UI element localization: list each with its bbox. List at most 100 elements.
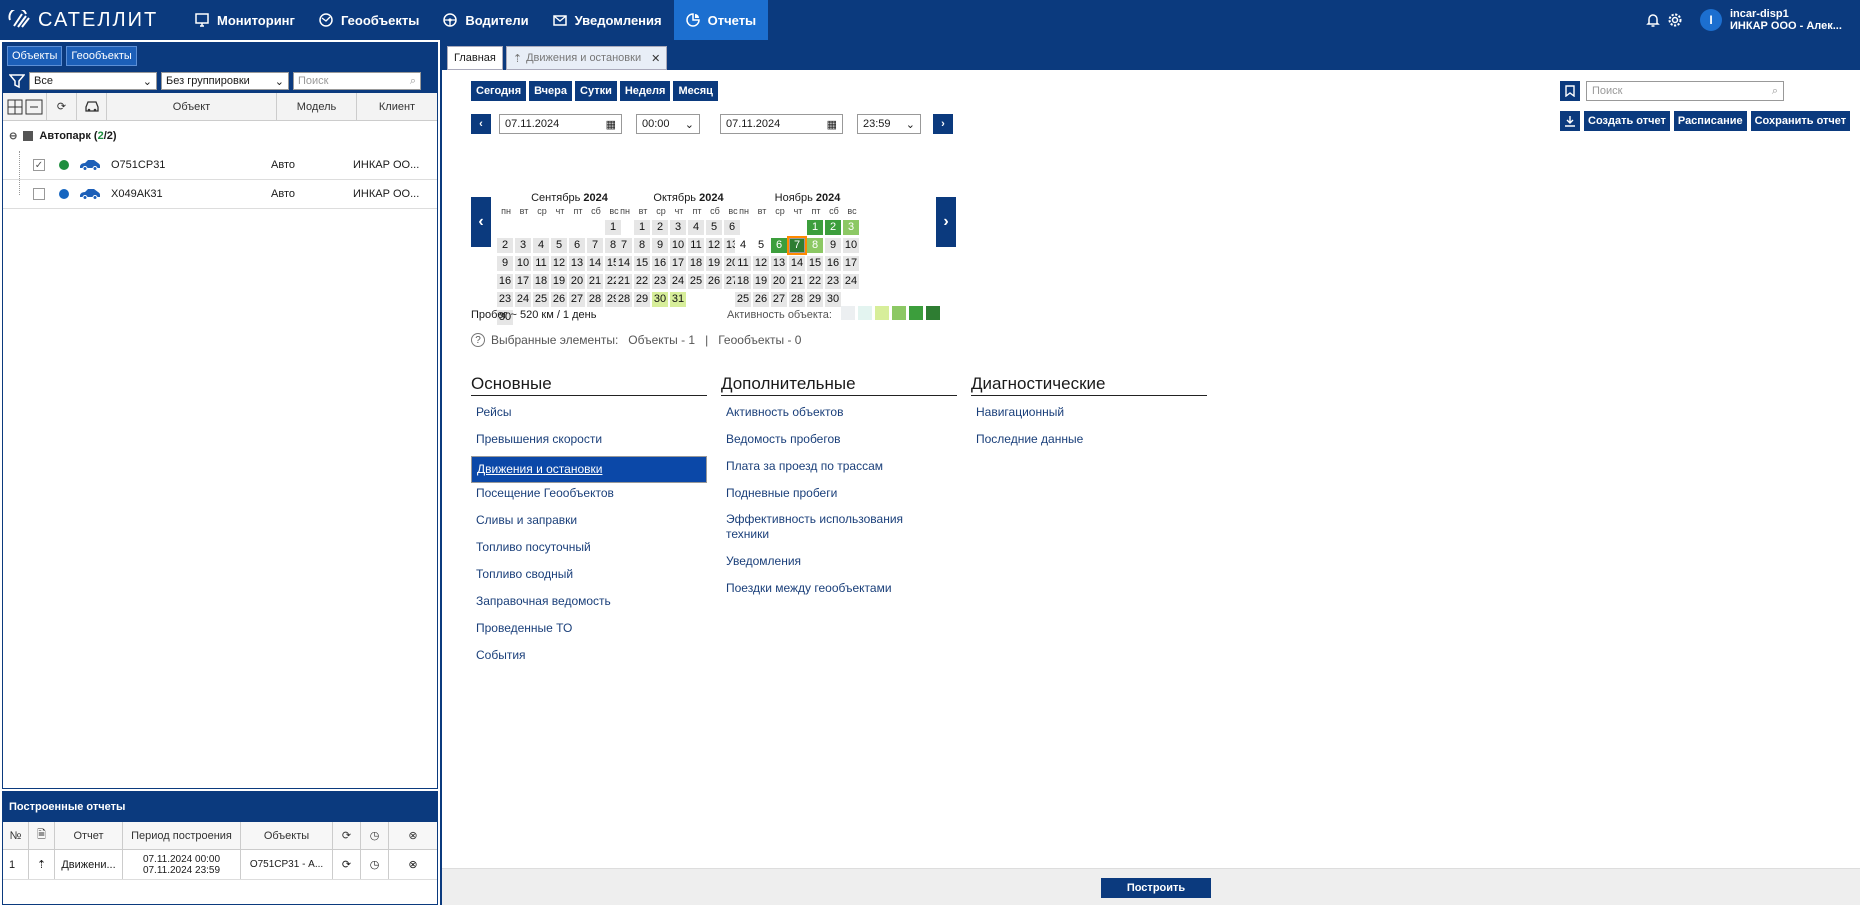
report-item[interactable]: Эффективность использования техники <box>721 510 931 542</box>
date-to-input[interactable]: 07.11.2024 ▦ <box>720 114 843 134</box>
history-icon[interactable]: ◷ <box>361 850 389 879</box>
report-item[interactable]: Навигационный <box>971 402 1207 422</box>
calendar-day[interactable]: 20 <box>569 274 585 289</box>
tab-geoobjects[interactable]: Геообъекты <box>66 46 137 66</box>
calendar-day[interactable]: 28 <box>616 292 632 307</box>
car-icon[interactable] <box>77 92 107 121</box>
vehicle-row[interactable]: ✓ О751СР31 Авто ИНКАР ОО... <box>3 151 437 180</box>
calendar-day[interactable]: 10 <box>515 256 531 271</box>
calendar-day[interactable]: 2 <box>497 238 513 253</box>
report-item[interactable]: Поездки между геообъектами <box>721 578 957 598</box>
column-report[interactable]: Отчет <box>55 822 123 849</box>
report-item[interactable]: Последние данные <box>971 429 1207 449</box>
help-icon[interactable]: ? <box>471 333 485 347</box>
calendar-day[interactable]: 28 <box>789 292 805 307</box>
calendar-day[interactable]: 2 <box>825 220 841 235</box>
refresh-icon[interactable]: ⟳ <box>333 850 361 879</box>
calendar-day[interactable]: 1 <box>807 220 823 235</box>
calendar-day[interactable]: 5 <box>551 238 567 253</box>
calendar-day[interactable]: 8 <box>634 238 650 253</box>
filter-select[interactable]: Все ⌄ <box>29 72 157 90</box>
report-item[interactable]: Проведенные ТО <box>471 618 707 638</box>
report-item[interactable]: Плата за проезд по трассам <box>721 456 957 476</box>
calendar-day[interactable]: 13 <box>771 256 787 271</box>
calendar-day[interactable]: 14 <box>616 256 632 271</box>
report-item[interactable]: Сливы и заправки <box>471 510 707 530</box>
calendar-day[interactable]: 12 <box>753 256 769 271</box>
calendar-day[interactable]: 26 <box>706 274 722 289</box>
column-model[interactable]: Модель <box>277 92 357 121</box>
calendar-day[interactable]: 6 <box>771 238 787 253</box>
calendar-day[interactable]: 19 <box>551 274 567 289</box>
calendar-day[interactable]: 30 <box>652 292 668 307</box>
calendar-day[interactable]: 11 <box>688 238 704 253</box>
calendar-day[interactable]: 11 <box>533 256 549 271</box>
tab-objects[interactable]: Объекты <box>7 46 63 66</box>
calendar-day[interactable]: 7 <box>587 238 603 253</box>
report-item[interactable]: Ведомость пробегов <box>721 429 957 449</box>
vehicle-row[interactable]: Х049АК31 Авто ИНКАР ОО... <box>3 180 437 209</box>
calendar-day[interactable]: 26 <box>753 292 769 307</box>
calendar-day[interactable]: 14 <box>789 256 805 271</box>
calendar-day[interactable]: 24 <box>843 274 859 289</box>
refresh-icon[interactable]: ⟳ <box>47 92 77 121</box>
calendar-day[interactable]: 17 <box>670 256 686 271</box>
calendar-prev-button[interactable]: ‹ <box>471 197 491 247</box>
next-period-button[interactable]: › <box>933 114 953 134</box>
calendar-day[interactable]: 12 <box>551 256 567 271</box>
history-icon[interactable]: ◷ <box>361 822 389 849</box>
report-item[interactable]: Заправочная ведомость <box>471 591 707 611</box>
calendar-day[interactable]: 1 <box>634 220 650 235</box>
calendar-day[interactable]: 24 <box>670 274 686 289</box>
calendar-day[interactable]: 20 <box>771 274 787 289</box>
period-yesterday-button[interactable]: Вчера <box>529 81 572 101</box>
built-report-row[interactable]: 1 ⇡ Движени... 07.11.2024 00:00 07.11.20… <box>3 850 437 880</box>
report-item[interactable]: Активность объектов <box>721 402 957 422</box>
calendar-day[interactable]: 15 <box>807 256 823 271</box>
calendar-day[interactable]: 18 <box>688 256 704 271</box>
tab-movements[interactable]: ⇡ Движения и остановки ✕ <box>505 46 668 70</box>
calendar-day[interactable]: 14 <box>587 256 603 271</box>
column-object[interactable]: Объект <box>107 92 277 121</box>
report-item[interactable]: Топливо посуточный <box>471 537 707 557</box>
calendar-day[interactable]: 31 <box>670 292 686 307</box>
time-from-select[interactable]: 00:00 ⌄ <box>636 114 700 134</box>
close-icon[interactable]: ✕ <box>651 52 660 65</box>
group-checkbox[interactable] <box>23 131 34 141</box>
period-today-button[interactable]: Сегодня <box>471 81 527 101</box>
calendar-day[interactable]: 18 <box>533 274 549 289</box>
calendar-day[interactable]: 8 <box>807 238 823 253</box>
grouping-select[interactable]: Без группировки ⌄ <box>161 72 289 90</box>
gear-icon[interactable] <box>1664 9 1686 31</box>
time-to-select[interactable]: 23:59 ⌄ <box>857 114 921 134</box>
calendar-day[interactable]: 4 <box>533 238 549 253</box>
calendar-day[interactable]: 23 <box>497 292 513 307</box>
calendar-day[interactable]: 19 <box>706 256 722 271</box>
group-row[interactable]: ⊖ Автопарк (2/2) <box>3 121 437 151</box>
calendar-day[interactable]: 21 <box>616 274 632 289</box>
close-icon[interactable]: ⊗ <box>389 850 437 879</box>
bookmark-icon[interactable] <box>1560 81 1580 101</box>
reports-search-input[interactable]: Поиск ⌕ <box>1586 81 1784 101</box>
user-info[interactable]: incar-disp1 ИНКАР ООО - Алек... <box>1730 8 1860 32</box>
tab-main[interactable]: Главная <box>447 46 503 70</box>
calendar-day[interactable]: 10 <box>670 238 686 253</box>
report-item[interactable]: Движения и остановки <box>471 456 707 483</box>
avatar[interactable]: I <box>1700 9 1722 31</box>
calendar-day[interactable]: 9 <box>825 238 841 253</box>
calendar-day[interactable]: 21 <box>587 274 603 289</box>
calendar-day[interactable]: 4 <box>735 238 751 253</box>
calendar-day[interactable]: 23 <box>652 274 668 289</box>
report-item[interactable]: Рейсы <box>471 402 707 422</box>
calendar-day[interactable]: 3 <box>670 220 686 235</box>
save-report-button[interactable]: Сохранить отчет <box>1750 111 1851 131</box>
calendar-day[interactable]: 6 <box>569 238 585 253</box>
calendar-day[interactable]: 16 <box>825 256 841 271</box>
calendar-day[interactable]: 10 <box>843 238 859 253</box>
report-item[interactable]: Уведомления <box>721 551 957 571</box>
schedule-button[interactable]: Расписание <box>1673 111 1747 131</box>
report-item[interactable]: Подневные пробеги <box>721 483 957 503</box>
calendar-day[interactable]: 5 <box>706 220 722 235</box>
calendar-day[interactable]: 26 <box>551 292 567 307</box>
calendar-day[interactable]: 21 <box>789 274 805 289</box>
